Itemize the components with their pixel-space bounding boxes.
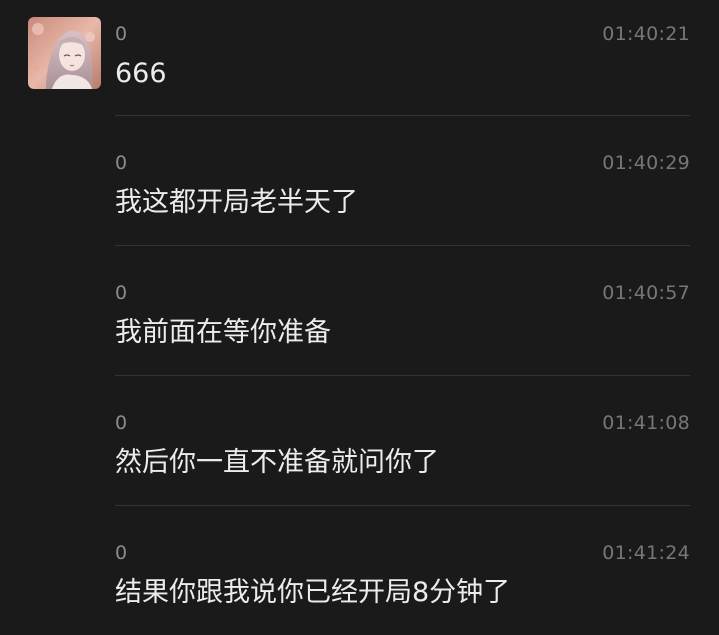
message-text: 结果你跟我说你已经开局8分钟了	[115, 577, 511, 608]
chat-message: 0 01:40:29 我这都开局老半天了	[115, 152, 690, 222]
message-text: 然后你一直不准备就问你了	[115, 447, 439, 478]
message-text: 我前面在等你准备	[115, 317, 331, 348]
message-time: 01:40:57	[602, 282, 690, 304]
sender-name[interactable]: 0	[115, 282, 127, 304]
avatar-image	[28, 17, 101, 89]
chat-message: 0 01:40:21 666	[115, 23, 690, 93]
sender-name[interactable]: 0	[115, 152, 127, 174]
message-divider	[115, 505, 690, 506]
message-divider	[115, 375, 690, 376]
message-time: 01:40:29	[602, 152, 690, 174]
chat-message-list: 0 01:40:21 666 0 01:40:29 我这都开局老半天了 0 01…	[0, 0, 719, 635]
user-avatar[interactable]	[28, 17, 101, 89]
sender-name[interactable]: 0	[115, 542, 127, 564]
chat-message: 0 01:41:24 结果你跟我说你已经开局8分钟了	[115, 542, 690, 612]
message-time: 01:41:08	[602, 412, 690, 434]
sender-name[interactable]: 0	[115, 23, 127, 45]
message-divider	[115, 115, 690, 116]
sender-name[interactable]: 0	[115, 412, 127, 434]
chat-message: 0 01:41:08 然后你一直不准备就问你了	[115, 412, 690, 482]
message-divider	[115, 245, 690, 246]
chat-message: 0 01:40:57 我前面在等你准备	[115, 282, 690, 352]
message-time: 01:40:21	[602, 23, 690, 45]
message-text: 666	[115, 58, 167, 89]
message-time: 01:41:24	[602, 542, 690, 564]
message-text: 我这都开局老半天了	[115, 187, 358, 218]
